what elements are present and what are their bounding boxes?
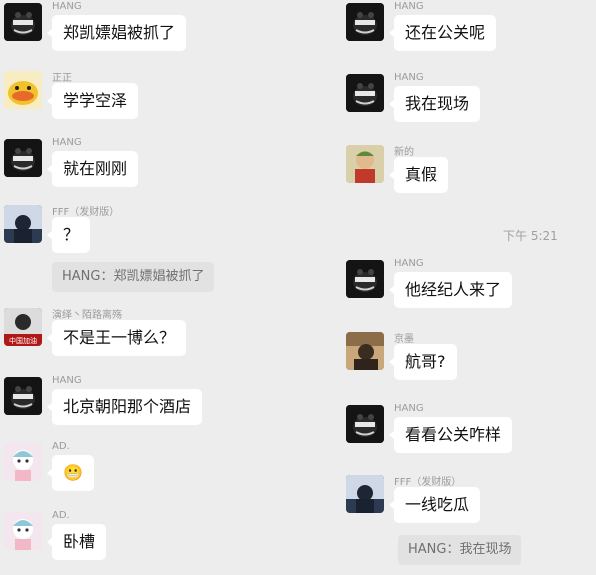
jingmo-avatar[interactable] bbox=[346, 332, 384, 370]
sender-name: HANG bbox=[52, 1, 82, 12]
sender-name: HANG bbox=[394, 1, 424, 12]
sender-name: HANG bbox=[394, 258, 424, 269]
ad-avatar[interactable] bbox=[4, 443, 42, 481]
chat-column-left: HANG 郑凯嫖娼被抓了 正正 学学空泽 HANG 就在刚刚 FFF（发财版） … bbox=[0, 0, 296, 575]
message-bubble[interactable]: 北京朝阳那个酒店 bbox=[46, 389, 203, 425]
hang-avatar[interactable] bbox=[4, 377, 42, 415]
wutan-avatar[interactable]: 中国加油 bbox=[4, 308, 42, 346]
message-bubble[interactable]: 还在公关呢 bbox=[388, 15, 497, 51]
fff-avatar[interactable] bbox=[346, 475, 384, 513]
avatar-caption: 中国加油 bbox=[9, 336, 37, 345]
xinde-avatar[interactable] bbox=[346, 145, 384, 183]
timestamp: 下午 5:21 bbox=[503, 229, 558, 243]
message-bubble[interactable]: 他经纪人来了 bbox=[388, 272, 513, 308]
sender-name: 演绎丶陌路离殇 bbox=[52, 310, 122, 321]
quoted-reply[interactable]: HANG：我在现场 bbox=[398, 535, 522, 565]
message-bubble[interactable]: 学学空泽 bbox=[46, 83, 139, 119]
duck-avatar[interactable] bbox=[4, 71, 42, 109]
sender-name: HANG bbox=[394, 403, 424, 414]
sender-name: 京墨 bbox=[394, 334, 414, 345]
fff-avatar[interactable] bbox=[4, 205, 42, 243]
sender-name: HANG bbox=[52, 137, 82, 148]
quoted-reply[interactable]: HANG：郑凯嫖娼被抓了 bbox=[52, 262, 215, 292]
sender-name: AD. bbox=[52, 441, 70, 452]
message-bubble[interactable]: 😬 bbox=[47, 455, 94, 491]
hang-avatar[interactable] bbox=[346, 74, 384, 112]
hang-avatar[interactable] bbox=[346, 260, 384, 298]
message-bubble[interactable]: 我在现场 bbox=[388, 86, 481, 122]
sender-name: 正正 bbox=[52, 73, 72, 84]
hang-avatar[interactable] bbox=[346, 3, 384, 41]
chat-column-right: HANG 还在公关呢 HANG 我在现场 新的 真假 下午 5:21 HANG … bbox=[298, 0, 594, 575]
message-bubble[interactable]: 一线吃瓜 bbox=[388, 487, 481, 523]
sender-name: HANG bbox=[52, 375, 82, 386]
ad-avatar[interactable] bbox=[4, 512, 42, 550]
sender-name: AD. bbox=[52, 510, 70, 521]
hang-avatar[interactable] bbox=[346, 405, 384, 443]
hang-avatar[interactable] bbox=[4, 3, 42, 41]
sender-name: FFF（发财版） bbox=[394, 477, 462, 488]
message-bubble[interactable]: 卧槽 bbox=[46, 524, 107, 560]
message-bubble[interactable]: 不是王一博么？ bbox=[46, 320, 187, 356]
sender-name: 新的 bbox=[394, 147, 414, 158]
message-bubble[interactable]: 看看公关咋样 bbox=[388, 417, 513, 453]
message-bubble[interactable]: 航哥? bbox=[389, 344, 457, 380]
message-bubble[interactable]: 真假 bbox=[388, 157, 449, 193]
message-bubble[interactable]: ？ bbox=[46, 217, 91, 253]
message-bubble[interactable]: 郑凯嫖娼被抓了 bbox=[46, 15, 187, 51]
hang-avatar[interactable] bbox=[4, 139, 42, 177]
sender-name: FFF（发财版） bbox=[52, 207, 120, 218]
sender-name: HANG bbox=[394, 72, 424, 83]
message-bubble[interactable]: 就在刚刚 bbox=[46, 151, 139, 187]
